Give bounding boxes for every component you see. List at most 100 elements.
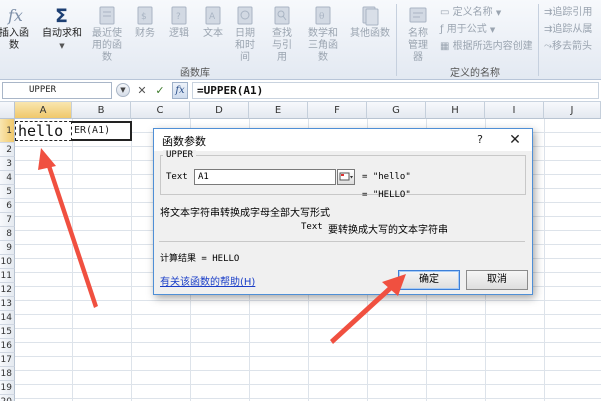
function-result-value: = "HELLO"	[362, 190, 411, 200]
row-header-13[interactable]: 13	[0, 297, 15, 311]
function-library-group-label: 函数库	[180, 68, 210, 79]
defined-names-group-label: 定义的名称	[450, 68, 500, 79]
recent-functions-icon	[97, 4, 117, 26]
row-header-19[interactable]: 19	[0, 381, 15, 395]
define-name-icon: ▭	[440, 7, 450, 18]
column-header-f[interactable]: F	[308, 102, 367, 119]
row-header-18[interactable]: 18	[0, 367, 15, 381]
math-label: 数学和三角函数	[308, 28, 338, 63]
text-button[interactable]: A 文本	[198, 4, 228, 40]
dialog-divider	[159, 241, 525, 242]
name-box[interactable]: UPPER	[2, 82, 112, 99]
finance-button[interactable]: $ 财务	[130, 4, 160, 40]
autosum-button[interactable]: Σ 自动求和 ▼	[40, 4, 84, 52]
row-header-1[interactable]: 1	[0, 119, 15, 143]
formula-bar: UPPER ▼ ✕ ✓ fx =UPPER(A1)	[0, 80, 601, 102]
autosum-dropdown-icon[interactable]: ▼	[40, 40, 84, 52]
enter-formula-icon[interactable]: ✓	[152, 82, 168, 99]
insert-function-fx-icon[interactable]: fx	[172, 82, 188, 99]
svg-text:?: ?	[176, 12, 181, 22]
row-header-4[interactable]: 4	[0, 171, 15, 185]
ribbon-separator-2	[538, 4, 539, 76]
recent-functions-label: 最近使用的函数	[92, 28, 122, 63]
arg-description-name: Text	[301, 222, 323, 232]
function-name-legend: UPPER	[163, 150, 197, 160]
arg-description: 要转换成大写的文本字符串	[328, 225, 448, 236]
name-manager-button[interactable]: 名称管理器	[400, 4, 436, 64]
ok-button[interactable]: 确定	[398, 270, 460, 290]
row-header-16[interactable]: 16	[0, 339, 15, 353]
column-header-e[interactable]: E	[249, 102, 308, 119]
row-header-2[interactable]: 2	[0, 143, 15, 157]
lookup-book-icon	[272, 4, 292, 26]
row-header-20[interactable]: 20	[0, 395, 15, 401]
formula-input[interactable]: =UPPER(A1)	[192, 82, 599, 99]
function-description: 将文本字符串转换成字母全部大写形式	[160, 208, 330, 219]
text-label: 文本	[203, 28, 223, 39]
svg-text:Σ: Σ	[55, 5, 68, 26]
row-header-5[interactable]: 5	[0, 185, 15, 199]
row-header-10[interactable]: 10	[0, 255, 15, 269]
row-header-7[interactable]: 7	[0, 213, 15, 227]
logic-label: 逻辑	[169, 28, 189, 39]
insert-function-button[interactable]: fx 插入函数	[0, 4, 34, 52]
select-all-corner[interactable]	[0, 102, 15, 119]
row-header-3[interactable]: 3	[0, 157, 15, 171]
column-header-i[interactable]: I	[485, 102, 544, 119]
collapse-dialog-icon[interactable]	[337, 169, 355, 185]
more-functions-button[interactable]: 其他函数	[348, 4, 392, 40]
row-header-17[interactable]: 17	[0, 353, 15, 367]
close-icon[interactable]: ✕	[504, 131, 526, 149]
datetime-book-icon	[235, 4, 255, 26]
create-from-selection-button[interactable]: ▦ 根据所选内容创建	[440, 37, 533, 52]
text-arg-input[interactable]: A1	[194, 169, 336, 185]
cancel-formula-icon[interactable]: ✕	[134, 82, 150, 99]
cancel-button[interactable]: 取消	[466, 270, 528, 290]
cell-a1[interactable]: hello	[15, 121, 72, 141]
logic-button[interactable]: ? 逻辑	[164, 4, 194, 40]
sigma-icon: Σ	[52, 4, 72, 27]
insert-function-label: 插入函数	[0, 28, 29, 51]
use-in-formula-button[interactable]: ƒ 用于公式 ▼	[440, 20, 495, 35]
row-header-12[interactable]: 12	[0, 283, 15, 297]
svg-text:θ: θ	[319, 12, 324, 22]
svg-text:$: $	[141, 12, 147, 22]
lookup-button[interactable]: 查找与引用	[264, 4, 300, 64]
logic-book-icon: ?	[169, 4, 189, 26]
column-header-j[interactable]: J	[544, 102, 601, 119]
column-header-h[interactable]: H	[426, 102, 485, 119]
formulas-ribbon: fx 插入函数 Σ 自动求和 ▼ 最近使用的函数 $ 财务 ? 逻辑 A 文本	[0, 0, 601, 80]
row-header-14[interactable]: 14	[0, 311, 15, 325]
text-book-icon: A	[203, 4, 223, 26]
trace-dependents-button[interactable]: ⇉追踪从属	[544, 20, 592, 35]
datetime-button[interactable]: 日期和时间	[228, 4, 262, 64]
trace-precedents-button[interactable]: ⇉追踪引用	[544, 3, 592, 18]
column-header-a[interactable]: A	[15, 102, 72, 119]
dialog-title-bar[interactable]: 函数参数 ? ✕	[154, 129, 532, 151]
define-name-label: 定义名称	[452, 7, 493, 18]
calculation-result: 计算结果 = HELLO	[160, 254, 240, 264]
name-box-dropdown-icon[interactable]: ▼	[116, 83, 130, 97]
column-header-g[interactable]: G	[367, 102, 426, 119]
remove-arrows-button[interactable]: ⤳移去箭头	[544, 37, 592, 52]
math-button[interactable]: θ 数学和三角函数	[302, 4, 344, 64]
finance-book-icon: $	[135, 4, 155, 26]
column-header-c[interactable]: C	[131, 102, 190, 119]
help-icon[interactable]: ?	[470, 131, 490, 149]
use-in-formula-icon: ƒ	[440, 24, 444, 35]
cell-b1[interactable]: ER(A1)	[72, 121, 132, 141]
column-header-b[interactable]: B	[72, 102, 131, 119]
row-header-6[interactable]: 6	[0, 199, 15, 213]
use-in-formula-dropdown-icon: ▼	[489, 26, 496, 34]
recent-functions-button[interactable]: 最近使用的函数	[86, 4, 128, 64]
define-name-button[interactable]: ▭ 定义名称 ▼	[440, 3, 501, 18]
row-header-9[interactable]: 9	[0, 241, 15, 255]
column-header-d[interactable]: D	[190, 102, 249, 119]
name-manager-label: 名称管理器	[408, 28, 428, 63]
use-in-formula-label: 用于公式	[446, 24, 487, 35]
row-header-8[interactable]: 8	[0, 227, 15, 241]
more-functions-icon	[360, 4, 380, 26]
row-header-11[interactable]: 11	[0, 269, 15, 283]
row-header-15[interactable]: 15	[0, 325, 15, 339]
function-help-link[interactable]: 有关该函数的帮助(H)	[160, 273, 255, 288]
